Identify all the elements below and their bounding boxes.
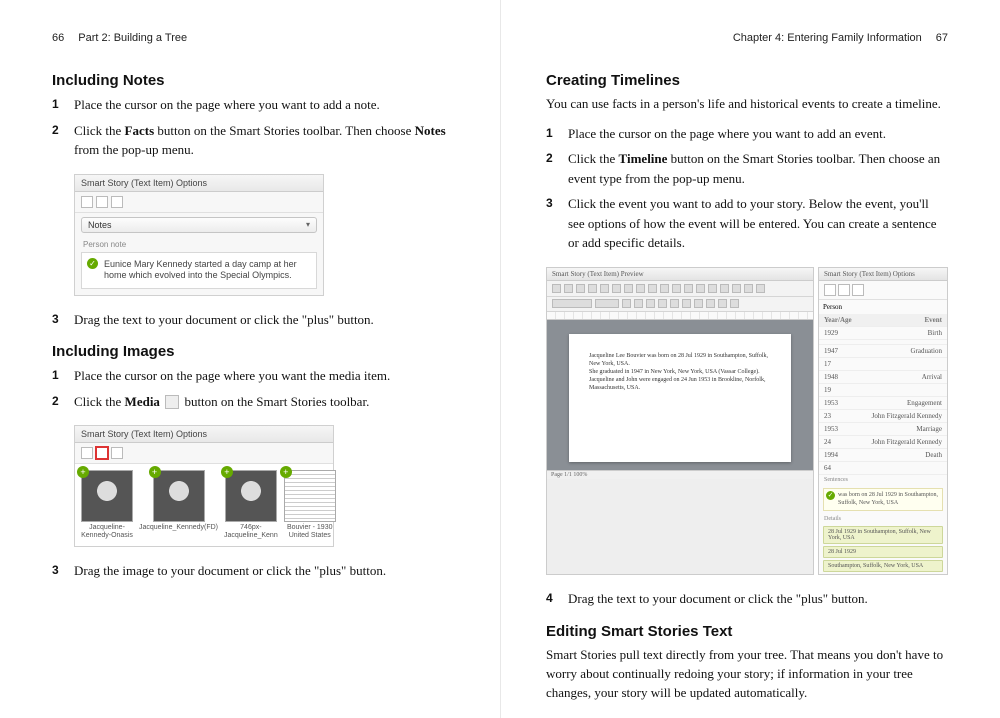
page-number-right: 67 xyxy=(936,32,948,44)
images-step-3: Drag the image to your document or click… xyxy=(52,561,454,581)
editing-body: Smart Stories pull text directly from yo… xyxy=(546,646,948,703)
thumb-2-image xyxy=(153,470,205,522)
thumb-4: Bouvier - 1930 United States xyxy=(284,470,336,539)
preview-status: Page 1/1 100% xyxy=(547,470,813,479)
fig1-section-label: Person note xyxy=(75,237,323,252)
timeline-step-3: Click the event you want to add to your … xyxy=(546,194,948,253)
options-row: 1947Graduation xyxy=(819,345,947,358)
fig1-titlebar: Smart Story (Text Item) Options xyxy=(75,175,323,192)
thumb-3: 746px-Jacqueline_Kenn xyxy=(224,470,278,539)
media-icon xyxy=(838,284,850,296)
preview-paper: Jacqueline Lee Bouvier was born on 28 Ju… xyxy=(569,334,791,462)
notes-step-3: Drag the text to your document or click … xyxy=(52,310,454,330)
thumb-4-image xyxy=(284,470,336,522)
fig1-note-body: Eunice Mary Kennedy started a day camp a… xyxy=(81,252,317,289)
timeline-steps-1-3: Place the cursor on the page where you w… xyxy=(546,124,948,253)
options-row: 17 xyxy=(819,358,947,371)
options-row: 24John Fitzgerald Kennedy xyxy=(819,436,947,449)
preview-canvas: Jacqueline Lee Bouvier was born on 28 Ju… xyxy=(547,320,813,470)
options-dropdown: Person xyxy=(823,303,943,311)
figure-media-options: Smart Story (Text Item) Options Jacqueli… xyxy=(74,425,334,546)
preview-title: Smart Story (Text Item) Preview xyxy=(547,268,813,281)
options-row: 23John Fitzgerald Kennedy xyxy=(819,410,947,423)
media-icon xyxy=(165,395,179,409)
running-head-right: Chapter 4: Entering Family Information 6… xyxy=(546,32,948,44)
fig1-icon-row xyxy=(75,192,323,213)
timeline-step-2: Click the Timeline button on the Smart S… xyxy=(546,149,948,188)
fig2-icon-row xyxy=(75,443,333,464)
timeline-icon xyxy=(852,284,864,296)
options-row: 1994Death xyxy=(819,449,947,462)
options-row: 64 xyxy=(819,462,947,475)
options-row: 1953Marriage xyxy=(819,423,947,436)
media-icon xyxy=(96,196,108,208)
running-head-left: 66 Part 2: Building a Tree xyxy=(52,32,454,44)
fig2-titlebar: Smart Story (Text Item) Options xyxy=(75,426,333,443)
notes-step-2: Click the Facts button on the Smart Stor… xyxy=(52,121,454,160)
options-detail-3: Southampton, Suffolk, New York, USA xyxy=(823,560,943,572)
options-title: Smart Story (Text Item) Options xyxy=(819,268,947,281)
page-left: 66 Part 2: Building a Tree Including Not… xyxy=(0,0,500,718)
preview-toolbar-2 xyxy=(547,297,813,312)
options-row: 19 xyxy=(819,384,947,397)
images-steps-1-2: Place the cursor on the page where you w… xyxy=(52,366,454,411)
timeline-icon xyxy=(111,447,123,459)
facts-icon xyxy=(824,284,836,296)
thumb-1: Jacqueline-Kennedy-Onasis xyxy=(81,470,133,539)
page-number-left: 66 xyxy=(52,32,64,44)
running-head-text-left: Part 2: Building a Tree xyxy=(78,32,187,44)
notes-steps-1-2: Place the cursor on the page where you w… xyxy=(52,95,454,160)
notes-steps-3: Drag the text to your document or click … xyxy=(52,310,454,330)
heading-creating-timelines: Creating Timelines xyxy=(546,72,948,89)
figure-notes-options: Smart Story (Text Item) Options Notes Pe… xyxy=(74,174,324,296)
figure-timeline: Smart Story (Text Item) Preview Jacqueli… xyxy=(546,267,948,576)
options-row: 1929Birth xyxy=(819,327,947,340)
options-detail-1: 28 Jul 1929 in Southampton, Suffolk, New… xyxy=(823,526,943,544)
timeline-icon xyxy=(111,196,123,208)
notes-step-1: Place the cursor on the page where you w… xyxy=(52,95,454,115)
options-row: 1948Arrival xyxy=(819,371,947,384)
timeline-steps-4: Drag the text to your document or click … xyxy=(546,589,948,609)
page-right: Chapter 4: Entering Family Information 6… xyxy=(500,0,1000,718)
options-rows: 1929Birth1947Graduation171948Arrival1919… xyxy=(819,327,947,475)
images-step-1: Place the cursor on the page where you w… xyxy=(52,366,454,386)
heading-including-notes: Including Notes xyxy=(52,72,454,89)
preview-pane: Smart Story (Text Item) Preview Jacqueli… xyxy=(546,267,814,576)
media-icon-selected xyxy=(96,447,108,459)
timeline-step-1: Place the cursor on the page where you w… xyxy=(546,124,948,144)
heading-editing-smart-stories: Editing Smart Stories Text xyxy=(546,623,948,640)
options-icon-row xyxy=(819,281,947,300)
thumb-1-image xyxy=(81,470,133,522)
options-pane: Smart Story (Text Item) Options Person Y… xyxy=(818,267,948,576)
thumb-3-image xyxy=(225,470,277,522)
options-row: 1953Engagement xyxy=(819,397,947,410)
page-spread: 66 Part 2: Building a Tree Including Not… xyxy=(0,0,1000,718)
images-step-2: Click the Media button on the Smart Stor… xyxy=(52,392,454,412)
options-header-row: Year/AgeEvent xyxy=(819,314,947,327)
preview-ruler xyxy=(547,312,813,320)
images-steps-3: Drag the image to your document or click… xyxy=(52,561,454,581)
fig2-thumbs: Jacqueline-Kennedy-Onasis Jacqueline_Ken… xyxy=(75,464,333,545)
fig1-dropdown: Notes xyxy=(81,217,317,233)
preview-toolbar xyxy=(547,281,813,297)
options-sentence: was born on 28 Jul 1929 in Southampton, … xyxy=(823,488,943,512)
options-detail-2: 28 Jul 1929 xyxy=(823,546,943,558)
thumb-2: Jacqueline_Kennedy(FD) xyxy=(139,470,218,539)
timeline-step-4: Drag the text to your document or click … xyxy=(546,589,948,609)
facts-icon xyxy=(81,447,93,459)
facts-icon xyxy=(81,196,93,208)
heading-including-images: Including Images xyxy=(52,343,454,360)
running-head-text-right: Chapter 4: Entering Family Information xyxy=(733,32,922,44)
timelines-intro: You can use facts in a person's life and… xyxy=(546,95,948,114)
